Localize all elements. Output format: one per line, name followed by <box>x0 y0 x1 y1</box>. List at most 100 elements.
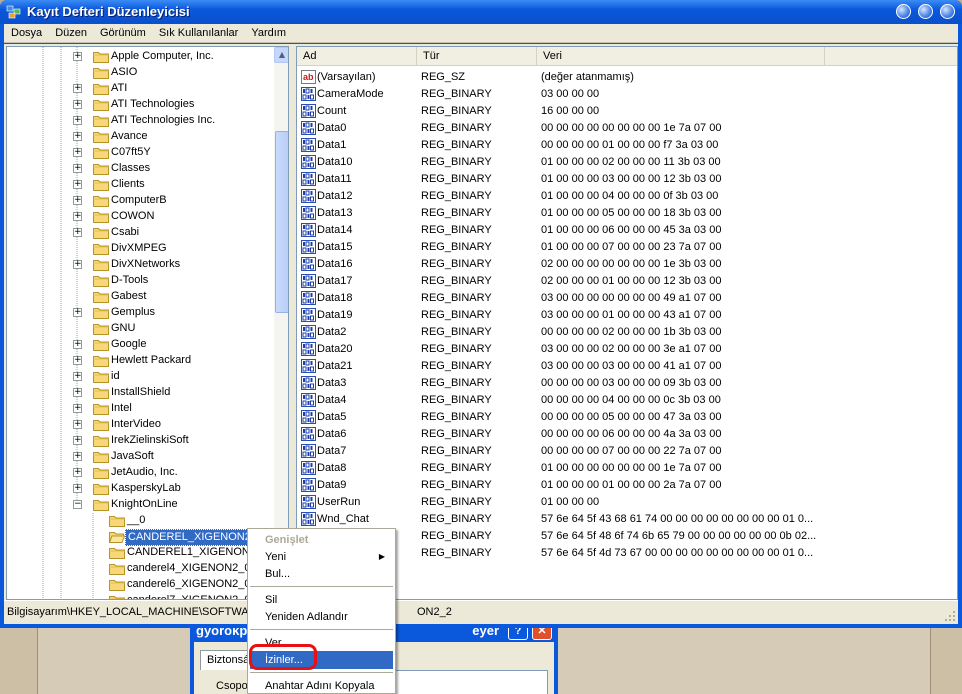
expand-icon[interactable]: + <box>73 228 82 237</box>
tree-item[interactable]: + JavaSoft <box>7 449 274 465</box>
tree-item[interactable]: + Csabi <box>7 225 274 241</box>
tree-item[interactable]: + COWON <box>7 209 274 225</box>
expand-icon[interactable]: + <box>73 468 82 477</box>
expand-icon[interactable]: + <box>73 372 82 381</box>
resize-grip-icon[interactable] <box>944 610 956 622</box>
list-row[interactable]: Data15 REG_BINARY 01 00 00 00 07 00 00 00 … <box>297 239 957 256</box>
list-row[interactable]: Data5 REG_BINARY 00 00 00 00 05 00 00 00 4… <box>297 409 957 426</box>
tree-item[interactable]: + InterVideo <box>7 417 274 433</box>
list-row[interactable]: Data16 REG_BINARY 02 00 00 00 00 00 00 00 … <box>297 256 957 273</box>
tree-item[interactable]: + Hewlett Packard <box>7 353 274 369</box>
expand-icon[interactable]: + <box>73 180 82 189</box>
list-row[interactable]: CameraMode REG_BINARY 03 00 00 00 <box>297 86 957 103</box>
tree-item[interactable]: + JetAudio, Inc. <box>7 465 274 481</box>
expand-icon[interactable]: + <box>73 436 82 445</box>
expand-icon[interactable]: + <box>73 356 82 365</box>
context-item-4[interactable]: Sil <box>250 591 393 609</box>
tree-subitem[interactable]: canderel6_XIGENON2_0 <box>7 577 274 593</box>
tree-item[interactable]: + ComputerB <box>7 193 274 209</box>
tree-item[interactable]: D-Tools <box>7 273 274 289</box>
column-veri[interactable]: Veri <box>537 47 825 66</box>
context-item-2[interactable]: Bul... <box>250 565 393 583</box>
menu-favorites[interactable]: Sık Kullanılanlar <box>152 27 245 39</box>
list-row[interactable]: Data21 REG_BINARY 03 00 00 00 03 00 00 00 … <box>297 358 957 375</box>
list-row[interactable]: UserRun REG_BINARY 01 00 00 00 <box>297 494 957 511</box>
scroll-thumb[interactable] <box>275 131 288 313</box>
list-row[interactable]: Data0 REG_BINARY 00 00 00 00 00 00 00 00 1… <box>297 120 957 137</box>
tree-item[interactable]: + id <box>7 369 274 385</box>
list-row[interactable]: Data14 REG_BINARY 01 00 00 00 06 00 00 00 … <box>297 222 957 239</box>
tree-subitem[interactable]: CANDEREL1_XIGENON2_ <box>7 545 274 561</box>
list-row[interactable]: REG_BINARY 57 6e 64 5f 4d 73 67 00 00 00 … <box>297 545 957 562</box>
expand-icon[interactable]: + <box>73 340 82 349</box>
tree-subitem[interactable]: __0 <box>7 513 274 529</box>
list-row[interactable]: Data7 REG_BINARY 00 00 00 00 07 00 00 00 2… <box>297 443 957 460</box>
tree-item[interactable]: + DivXNetworks <box>7 257 274 273</box>
tree-item[interactable]: + ATI Technologies <box>7 97 274 113</box>
tree-item[interactable]: + KasperskyLab <box>7 481 274 497</box>
tree-item[interactable]: + Intel <box>7 401 274 417</box>
list-row[interactable]: Data12 REG_BINARY 01 00 00 00 04 00 00 00 … <box>297 188 957 205</box>
minimize-button[interactable] <box>896 4 911 19</box>
list-row[interactable]: Data2 REG_BINARY 00 00 00 00 02 00 00 00 1… <box>297 324 957 341</box>
tree-item[interactable]: + Clients <box>7 177 274 193</box>
tree-subitem[interactable]: canderel4_XIGENON2_0 <box>7 561 274 577</box>
expand-icon[interactable]: + <box>73 420 82 429</box>
menu-dosya[interactable]: Dosya <box>4 27 48 39</box>
tree-item[interactable]: + Apple Computer, Inc. <box>7 49 274 65</box>
tree-vertical-scrollbar[interactable]: ▲ ▼ <box>274 47 288 599</box>
tree-item[interactable]: Gabest <box>7 289 274 305</box>
tree-item[interactable]: + Classes <box>7 161 274 177</box>
expand-icon[interactable]: + <box>73 52 82 61</box>
tree-subitem[interactable]: canderel7_XIGENON2_0 <box>7 593 274 599</box>
expand-icon[interactable]: + <box>73 116 82 125</box>
menu-duzen[interactable]: Düzen <box>48 27 93 39</box>
list-row[interactable]: Data13 REG_BINARY 01 00 00 00 05 00 00 00 … <box>297 205 957 222</box>
list-row[interactable]: REG_BINARY 57 6e 64 5f 48 6f 74 6b 65 79 … <box>297 528 957 545</box>
expand-icon[interactable]: + <box>73 484 82 493</box>
tree-item[interactable]: + Avance <box>7 129 274 145</box>
maximize-button[interactable] <box>918 4 933 19</box>
tree-item[interactable]: + Google <box>7 337 274 353</box>
list-row[interactable]: Data10 REG_BINARY 01 00 00 00 02 00 00 00 … <box>297 154 957 171</box>
column-tur[interactable]: Tür <box>417 47 537 66</box>
expand-icon[interactable]: + <box>73 148 82 157</box>
list-row[interactable]: Data8 REG_BINARY 01 00 00 00 00 00 00 00 1… <box>297 460 957 477</box>
column-ad[interactable]: Ad <box>297 47 417 66</box>
tree-item[interactable]: GNU <box>7 321 274 337</box>
values-list[interactable]: Ad Tür Veri ab (Varsayılan) REG_SZ (değer a… <box>296 46 958 600</box>
expand-icon[interactable]: + <box>73 100 82 109</box>
list-row[interactable]: Wnd_Chat REG_BINARY 57 6e 64 5f 43 68 61 7… <box>297 511 957 528</box>
expand-icon[interactable]: + <box>73 260 82 269</box>
list-row[interactable]: Data6 REG_BINARY 00 00 00 00 06 00 00 00 4… <box>297 426 957 443</box>
tree-item[interactable]: ASIO <box>7 65 274 81</box>
expand-icon[interactable]: + <box>73 404 82 413</box>
tree-item[interactable]: + ATI Technologies Inc. <box>7 113 274 129</box>
expand-icon[interactable]: + <box>73 132 82 141</box>
expand-icon[interactable]: + <box>73 452 82 461</box>
tree-item-selected[interactable]: CANDEREL_XIGENON2_2 <box>7 529 274 546</box>
context-item-5[interactable]: Yeniden Adlandır <box>250 608 393 626</box>
list-row[interactable]: Data19 REG_BINARY 03 00 00 00 01 00 00 00 … <box>297 307 957 324</box>
list-row[interactable]: Data20 REG_BINARY 03 00 00 00 02 00 00 00 … <box>297 341 957 358</box>
expand-icon[interactable]: + <box>73 164 82 173</box>
tree-item[interactable]: DivXMPEG <box>7 241 274 257</box>
expand-icon[interactable]: + <box>73 212 82 221</box>
registry-tree[interactable]: + Apple Computer, Inc. ASIO + ATI + ATI Techno… <box>6 46 289 600</box>
list-row[interactable]: Data11 REG_BINARY 01 00 00 00 03 00 00 00 … <box>297 171 957 188</box>
tree-item[interactable]: + IrekZielinskiSoft <box>7 433 274 449</box>
scroll-up-button[interactable]: ▲ <box>274 47 288 63</box>
list-row[interactable]: Data17 REG_BINARY 02 00 00 00 01 00 00 00 … <box>297 273 957 290</box>
tree-item[interactable]: + Gemplus <box>7 305 274 321</box>
collapse-icon[interactable]: − <box>73 500 82 509</box>
expand-icon[interactable]: + <box>73 196 82 205</box>
expand-icon[interactable]: + <box>73 84 82 93</box>
tree-item[interactable]: + C07ft5Y <box>7 145 274 161</box>
tree-item[interactable]: + InstallShield <box>7 385 274 401</box>
list-row[interactable]: Count REG_BINARY 16 00 00 00 <box>297 103 957 120</box>
expand-icon[interactable]: + <box>73 308 82 317</box>
list-row[interactable]: Data9 REG_BINARY 01 00 00 00 01 00 00 00 2… <box>297 477 957 494</box>
list-row[interactable]: Data1 REG_BINARY 00 00 00 00 01 00 00 00 f… <box>297 137 957 154</box>
list-row[interactable]: ab (Varsayılan) REG_SZ (değer atanmamış) <box>297 69 957 86</box>
list-row[interactable]: Data3 REG_BINARY 00 00 00 00 03 00 00 00 0… <box>297 375 957 392</box>
